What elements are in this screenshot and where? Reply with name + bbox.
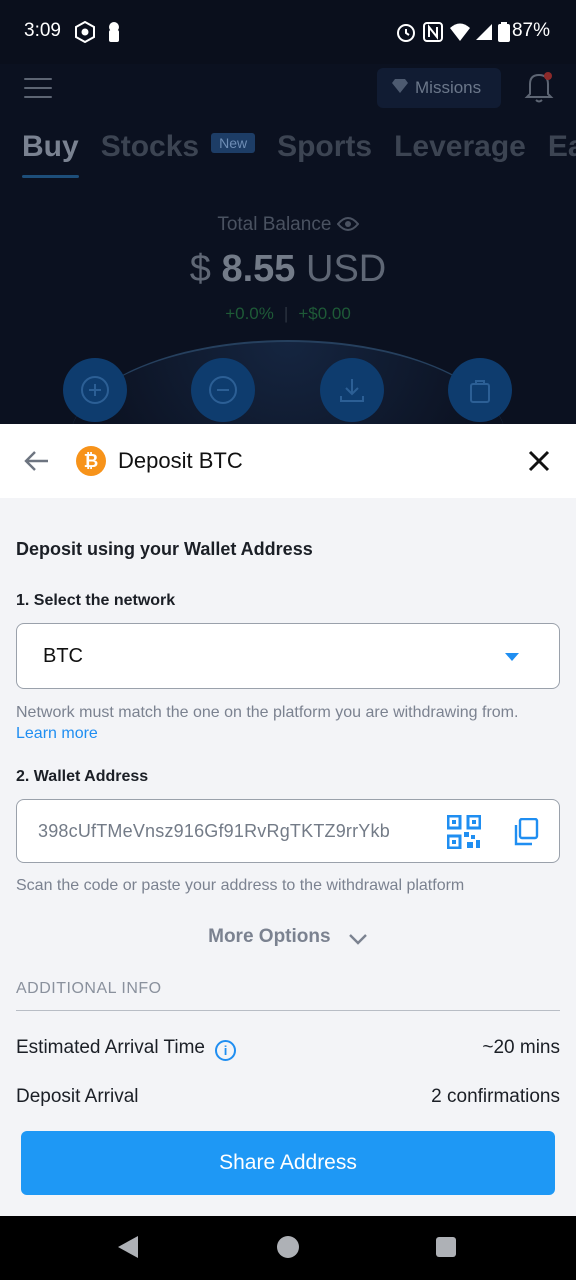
menu-icon[interactable] xyxy=(24,78,52,100)
plus-circle-icon xyxy=(81,376,109,404)
minus-circle-icon xyxy=(209,376,237,404)
total-balance: $ 8.55 USD xyxy=(0,248,576,291)
lock-notification-icon xyxy=(107,20,121,44)
network-select[interactable]: BTC xyxy=(16,623,560,689)
battery-icon xyxy=(498,20,510,44)
eye-icon[interactable] xyxy=(336,214,359,235)
product-tabs: Buy Stocks New Sports Leverage Ea xyxy=(22,130,576,178)
step2-label: 2. Wallet Address xyxy=(16,768,149,785)
status-time: 3:09 xyxy=(24,20,61,41)
caret-down-icon xyxy=(505,653,519,661)
sheet-header: ₿ Deposit BTC xyxy=(0,424,576,498)
sell-action-button[interactable] xyxy=(191,358,255,422)
change-percent: +0.0% xyxy=(225,304,274,323)
wallet-address-field: 398cUfTMeVnsz916Gf91RvRgTKTZ9rrYkb xyxy=(16,799,560,863)
additional-info-heading: ADDITIONAL INFO xyxy=(16,980,162,997)
balance-unit: USD xyxy=(306,248,387,290)
deposit-arrival-value: 2 confirmations xyxy=(431,1086,560,1107)
bitcoin-icon: ₿ xyxy=(76,446,106,476)
diamond-icon xyxy=(391,78,409,99)
info-icon[interactable]: i xyxy=(215,1040,236,1061)
missions-label: Missions xyxy=(415,78,482,97)
wifi-icon xyxy=(449,20,471,44)
tab-stocks[interactable]: Stocks xyxy=(101,130,199,164)
buy-action-button[interactable] xyxy=(63,358,127,422)
balance-arc-decoration xyxy=(70,340,506,424)
app-notification-icon xyxy=(74,20,96,44)
battery-percent: 87% xyxy=(511,20,550,41)
deposit-action-button[interactable] xyxy=(320,358,384,422)
tab-earn[interactable]: Ea xyxy=(548,130,576,164)
arrival-time-label: Estimated Arrival Time i xyxy=(16,1037,236,1061)
copy-icon[interactable] xyxy=(513,817,539,846)
close-icon[interactable] xyxy=(526,448,552,474)
balance-amount: 8.55 xyxy=(221,248,296,290)
more-options-toggle[interactable]: More Options xyxy=(0,926,576,948)
qr-code-icon[interactable] xyxy=(446,814,482,850)
sheet-title: Deposit BTC xyxy=(118,448,243,473)
nfc-icon xyxy=(423,20,443,44)
learn-more-link[interactable]: Learn more xyxy=(16,725,98,742)
tab-buy[interactable]: Buy xyxy=(22,130,79,178)
shop-action-button[interactable] xyxy=(448,358,512,422)
balance-change: +0.0% | +$0.00 xyxy=(225,304,351,323)
divider xyxy=(16,1010,560,1011)
share-address-button[interactable]: Share Address xyxy=(21,1131,555,1195)
system-nav-bar xyxy=(0,1216,576,1280)
network-hint: Network must match the one on the platfo… xyxy=(16,704,519,742)
chevron-down-icon xyxy=(349,934,367,945)
arrival-time-value: ~20 mins xyxy=(482,1037,560,1058)
tab-leverage[interactable]: Leverage xyxy=(394,130,526,164)
tab-sports[interactable]: Sports xyxy=(277,130,372,164)
status-bar: 3:09 87% xyxy=(0,0,576,64)
back-arrow-icon[interactable] xyxy=(24,448,50,474)
total-balance-label: Total Balance xyxy=(0,214,576,236)
currency-symbol: $ xyxy=(189,248,211,290)
missions-button[interactable]: Missions xyxy=(377,68,501,108)
shopping-bag-icon xyxy=(470,380,490,403)
deposit-arrival-label: Deposit Arrival xyxy=(16,1086,139,1107)
new-badge: New xyxy=(211,133,256,153)
nav-home-icon[interactable] xyxy=(277,1236,299,1258)
alarm-icon xyxy=(395,20,417,44)
download-icon xyxy=(340,379,364,402)
section-title: Deposit using your Wallet Address xyxy=(16,539,313,559)
deposit-sheet: ₿ Deposit BTC Deposit using your Wallet … xyxy=(0,424,576,1216)
address-hint: Scan the code or paste your address to t… xyxy=(16,877,465,894)
step1-label: 1. Select the network xyxy=(16,592,176,609)
bell-icon[interactable] xyxy=(524,70,554,104)
network-select-value: BTC xyxy=(43,645,83,667)
nav-back-icon[interactable] xyxy=(118,1236,138,1258)
wallet-address: 398cUfTMeVnsz916Gf91RvRgTKTZ9rrYkb xyxy=(38,821,390,841)
background-app: Missions Buy Stocks New Sports Leverage Ea To… xyxy=(0,64,576,424)
change-amount: +$0.00 xyxy=(298,304,351,323)
signal-icon xyxy=(475,20,493,44)
nav-recents-icon[interactable] xyxy=(436,1237,456,1257)
